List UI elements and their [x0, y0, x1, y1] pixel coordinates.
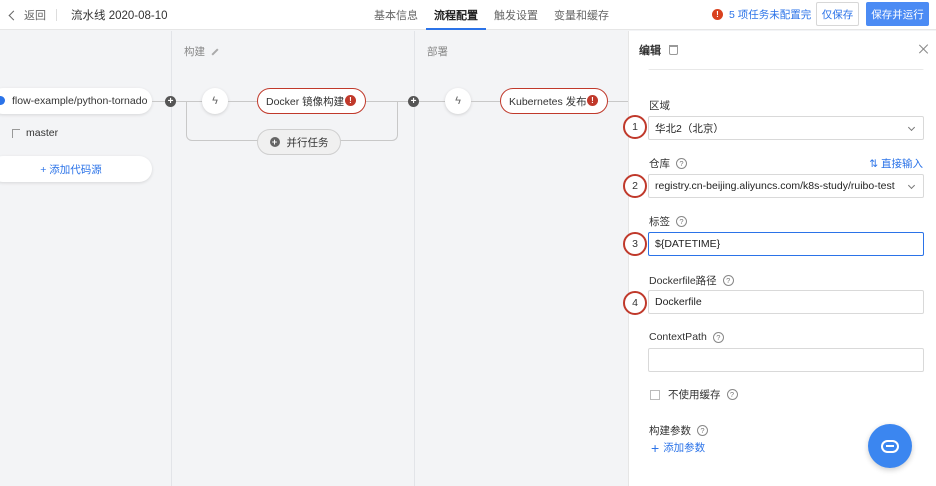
dockerfile-label: Dockerfile路径 ?	[649, 273, 734, 288]
chat-support-button[interactable]	[868, 424, 912, 468]
dockerfile-input[interactable]: Dockerfile	[648, 290, 924, 314]
annotation-marker: 3	[623, 232, 647, 256]
region-select[interactable]: 华北2（北京）	[648, 116, 924, 140]
annotation-marker: 4	[623, 291, 647, 315]
branch-icon	[12, 128, 20, 138]
trigger-icon[interactable]: ϟ	[202, 88, 228, 114]
top-bar: 返回 流水线 2020-08-10 基本信息 流程配置 触发设置 变量和缓存 !…	[0, 0, 936, 30]
add-stage-plus-icon[interactable]: +	[408, 96, 419, 107]
connector-line	[228, 101, 257, 102]
save-button[interactable]: 仅保存	[816, 2, 859, 26]
tab-bar: 基本信息 流程配置 触发设置 变量和缓存	[366, 0, 617, 30]
pencil-icon[interactable]	[211, 47, 219, 56]
tag-input[interactable]: ${DATETIME}	[648, 232, 924, 256]
add-stage-plus-icon[interactable]: +	[165, 96, 176, 107]
dockerfile-value: Dockerfile	[655, 296, 702, 308]
error-icon: !	[587, 95, 598, 106]
help-icon[interactable]: ?	[676, 216, 687, 227]
source-branch: master	[12, 127, 58, 139]
task-name: Kubernetes 发布	[509, 95, 587, 108]
help-icon[interactable]: ?	[712, 331, 724, 343]
repository-label: 仓库 ?	[649, 156, 687, 171]
back-label: 返回	[24, 10, 46, 22]
branch-name: master	[26, 127, 59, 139]
repository-select[interactable]: registry.cn-beijing.aliyuncs.com/k8s-stu…	[648, 174, 924, 198]
chevron-left-icon	[8, 10, 19, 20]
no-cache-checkbox[interactable]	[650, 389, 660, 400]
help-icon[interactable]: ?	[726, 389, 738, 400]
connector-line	[471, 101, 500, 102]
edit-panel: 编辑 区域 华北2（北京） 仓库 ? ⇅ 直接输入 registry.cn-be…	[623, 31, 936, 486]
parallel-label: 并行任务	[286, 136, 329, 149]
task-docker-build[interactable]: Docker 镜像构建 !	[257, 88, 366, 114]
source-repo-card[interactable]: flow-example/python-tornado	[0, 88, 152, 114]
tag-label-text: 标签	[649, 216, 670, 228]
context-path-input[interactable]	[648, 348, 924, 372]
annotation-marker: 1	[623, 115, 647, 139]
tab-trigger-settings[interactable]: 触发设置	[486, 0, 546, 30]
add-parallel-task-button[interactable]: + 并行任务	[257, 129, 341, 155]
task-kubernetes-deploy[interactable]: Kubernetes 发布 !	[500, 88, 608, 114]
trash-icon[interactable]	[669, 45, 678, 55]
source-repo-name: flow-example/python-tornado	[12, 95, 148, 107]
stage-title-text: 构建	[184, 46, 205, 58]
warning-text: 5 项任务未配置完	[729, 9, 812, 21]
help-icon[interactable]: ?	[676, 158, 687, 169]
tag-value: ${DATETIME}	[655, 238, 721, 250]
plus-circle-icon: +	[269, 137, 280, 147]
connector-line	[608, 101, 628, 102]
error-icon: !	[345, 95, 356, 106]
no-cache-row: 不使用缓存 ?	[650, 387, 738, 402]
trigger-icon[interactable]: ϟ	[445, 88, 471, 114]
save-and-run-button[interactable]: 保存并运行	[866, 2, 929, 26]
add-param-label: 添加参数	[663, 442, 706, 454]
panel-header: 编辑	[629, 31, 936, 69]
context-path-label-text: ContextPath	[649, 331, 707, 343]
repository-label-text: 仓库	[649, 158, 670, 170]
add-param-button[interactable]: + 添加参数	[651, 440, 705, 455]
pipeline-title: 流水线 2020-08-10	[71, 10, 168, 22]
help-icon[interactable]: ?	[722, 275, 734, 286]
pipeline-canvas: 构建 部署 flow-example/python-tornado master…	[0, 31, 628, 486]
unconfigured-tasks-warning[interactable]: ! 5 项任务未配置完	[712, 7, 811, 22]
region-label: 区域	[649, 98, 670, 113]
chat-bubble-icon	[881, 439, 899, 453]
no-cache-label: 不使用缓存	[668, 389, 721, 401]
tag-label: 标签 ?	[649, 214, 687, 229]
region-value: 华北2（北京）	[655, 122, 724, 135]
connector-line	[398, 101, 445, 102]
add-source-button[interactable]: + 添加代码源	[0, 156, 152, 182]
annotation-marker: 2	[623, 174, 647, 198]
region-label-text: 区域	[649, 100, 670, 112]
chevron-down-icon	[907, 123, 916, 132]
warning-icon: !	[712, 9, 723, 20]
close-icon[interactable]	[919, 44, 929, 54]
tab-basic-info[interactable]: 基本信息	[366, 0, 426, 30]
back-button[interactable]: 返回	[8, 7, 46, 23]
build-args-label-text: 构建参数	[649, 425, 691, 437]
repository-value: registry.cn-beijing.aliyuncs.com/k8s-stu…	[655, 180, 895, 192]
help-icon[interactable]: ?	[697, 425, 708, 436]
tab-flow-config[interactable]: 流程配置	[426, 0, 486, 30]
tab-variables-cache[interactable]: 变量和缓存	[546, 0, 617, 30]
chevron-down-icon	[907, 181, 916, 190]
dockerfile-label-text: Dockerfile路径	[649, 275, 717, 287]
connector-line	[366, 101, 399, 102]
stage-title-build[interactable]: 构建	[184, 44, 219, 59]
plus-icon: +	[651, 439, 660, 456]
direct-input-link[interactable]: ⇅ 直接输入	[869, 156, 923, 171]
context-path-label: ContextPath ?	[649, 331, 724, 343]
stage-title-deploy[interactable]: 部署	[427, 44, 448, 59]
panel-title: 编辑	[639, 45, 661, 57]
task-name: Docker 镜像构建	[266, 95, 345, 108]
build-args-label: 构建参数 ?	[649, 423, 708, 438]
divider	[56, 9, 57, 21]
